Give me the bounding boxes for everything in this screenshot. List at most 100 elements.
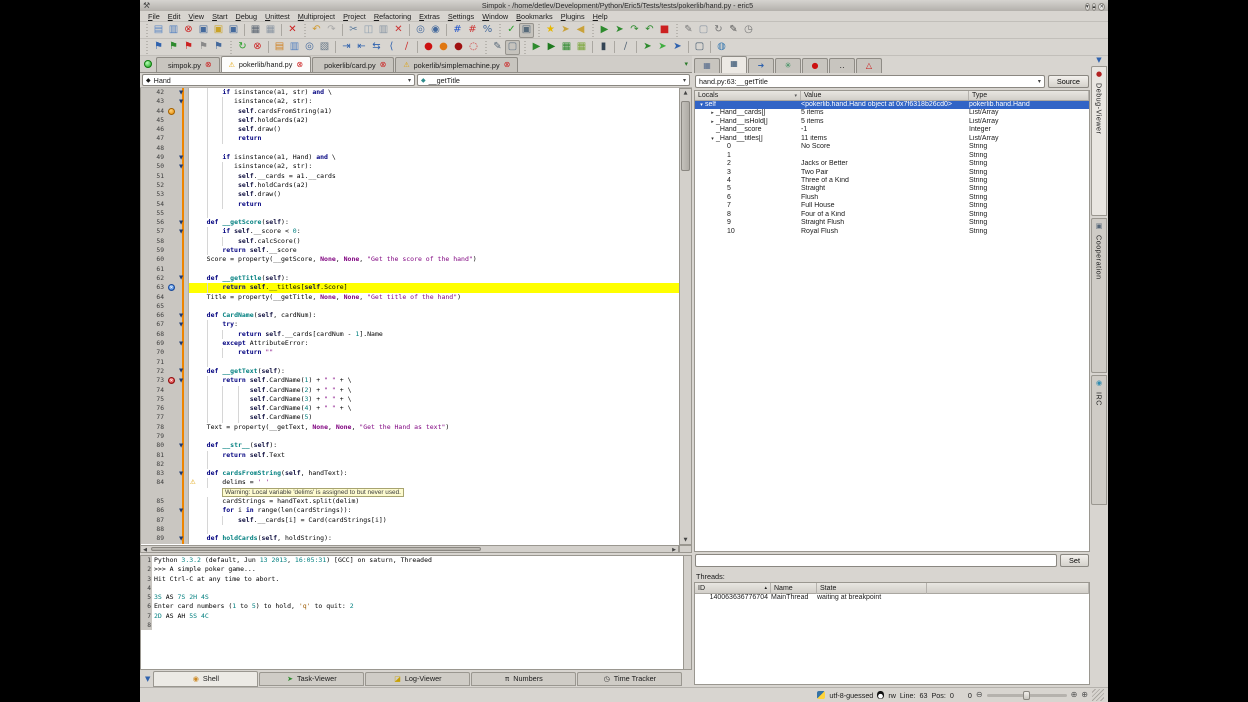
fold-margin[interactable] <box>178 460 188 469</box>
fold-margin[interactable] <box>178 516 188 525</box>
bookmark-next-icon[interactable]: ➤ <box>558 23 573 38</box>
locals-table-header[interactable]: Locals▾ValueType <box>695 91 1089 101</box>
quit-icon[interactable]: ✕ <box>285 23 300 38</box>
marker-margin[interactable] <box>167 506 178 515</box>
spell-check-icon[interactable]: ✎ <box>490 40 505 55</box>
toolbar-grip[interactable] <box>228 41 233 54</box>
source-button[interactable]: Source <box>1048 75 1089 88</box>
locals-row[interactable]: 0No ScoreString <box>695 143 1089 151</box>
fold-collapse-icon[interactable]: ▼ <box>179 164 183 170</box>
fold-margin[interactable] <box>178 265 188 274</box>
menu-window[interactable]: Window <box>478 11 512 22</box>
resize-grip[interactable] <box>1092 689 1104 701</box>
marker-margin[interactable] <box>167 320 178 329</box>
menu-debug[interactable]: Debug <box>232 11 262 22</box>
fold-margin[interactable]: ▼ <box>178 227 188 236</box>
fold-margin[interactable] <box>178 330 188 339</box>
marker-margin[interactable] <box>167 274 178 283</box>
locals-row[interactable]: ▾_Hand__titles[]11 itemsList/Array <box>695 135 1089 143</box>
expand-icon[interactable]: ▸ <box>709 118 716 126</box>
fold-margin[interactable]: ▼ <box>178 469 188 478</box>
marker-margin[interactable] <box>167 116 178 125</box>
fold-collapse-icon[interactable]: ▼ <box>179 313 183 319</box>
marker-margin[interactable] <box>167 339 178 348</box>
save-icon[interactable]: ▣ <box>196 23 211 38</box>
breakpoint-flag-clear-icon[interactable]: ⚑ <box>196 40 211 55</box>
marker-margin[interactable] <box>167 134 178 143</box>
marker-margin[interactable] <box>167 172 178 181</box>
fold-margin[interactable] <box>178 451 188 460</box>
marker-margin[interactable] <box>167 534 178 543</box>
fold-margin[interactable]: ▼ <box>178 320 188 329</box>
toolbar-grip[interactable] <box>144 24 149 37</box>
close-tab-icon[interactable]: ⊗ <box>296 61 303 69</box>
fold-margin[interactable]: ▼ <box>178 506 188 515</box>
marker-margin[interactable] <box>167 348 178 357</box>
locals-row[interactable]: ▾self<pokerlib.hand.Hand object at 0x7f6… <box>695 101 1089 109</box>
threads-header-name[interactable]: Name <box>771 583 817 594</box>
marker-margin[interactable] <box>167 460 178 469</box>
fold-margin[interactable] <box>178 246 188 255</box>
fold-margin[interactable]: ▼ <box>178 97 188 106</box>
bookmark-previous-icon[interactable]: ◀ <box>573 23 588 38</box>
fold-margin[interactable] <box>178 181 188 190</box>
debug-script-icon[interactable]: ▶ <box>544 40 559 55</box>
toolbar-grip[interactable] <box>536 24 541 37</box>
marker-margin[interactable] <box>167 162 178 171</box>
scroll-right-icon[interactable]: ▶ <box>671 547 677 553</box>
breakpoint-next-icon[interactable]: ● <box>436 40 451 55</box>
marker-margin[interactable] <box>167 525 178 534</box>
debug-step-out-icon[interactable]: ↶ <box>642 23 657 38</box>
bottom-tab-numbers[interactable]: πNumbers <box>471 672 576 686</box>
toolbar-grip[interactable] <box>590 24 595 37</box>
marker-margin[interactable] <box>167 404 178 413</box>
parrot-light-icon[interactable]: ➤ <box>655 40 670 55</box>
history-icon[interactable]: ◷ <box>741 23 756 38</box>
fold-collapse-icon[interactable]: ▼ <box>179 536 183 542</box>
fold-margin[interactable] <box>178 144 188 153</box>
marker-margin[interactable] <box>167 488 178 497</box>
search-replace-icon[interactable]: ◉ <box>428 23 443 38</box>
marker-margin[interactable] <box>167 293 178 302</box>
fold-margin[interactable] <box>178 395 188 404</box>
menu-help[interactable]: Help <box>589 11 612 22</box>
marker-margin[interactable] <box>167 469 178 478</box>
fold-margin[interactable]: ▼ <box>178 153 188 162</box>
debug-stop-icon[interactable]: ■ <box>657 23 672 38</box>
locals-row[interactable]: 2Jacks or BetterString <box>695 160 1089 168</box>
marker-margin[interactable] <box>167 200 178 209</box>
debug-step-over-icon[interactable]: ↷ <box>627 23 642 38</box>
locals-row[interactable]: 7Full HouseString <box>695 202 1089 210</box>
maximize-button[interactable]: ▴ <box>1092 3 1097 11</box>
sidebar-tab-debug-viewer[interactable]: ●Debug-Viewer <box>1091 66 1107 216</box>
fold-collapse-icon[interactable]: ▼ <box>179 443 183 449</box>
debug-layout-toggle-icon[interactable]: ▣ <box>519 23 534 38</box>
fold-margin[interactable] <box>178 209 188 218</box>
save-all-icon[interactable]: ▣ <box>226 23 241 38</box>
menu-extras[interactable]: Extras <box>415 11 444 22</box>
call-stack-viewer-tab[interactable]: ➜ <box>748 58 774 73</box>
menu-bookmarks[interactable]: Bookmarks <box>512 11 557 22</box>
goto-definition-icon[interactable]: ⇆ <box>369 40 384 55</box>
fold-margin[interactable] <box>178 283 188 292</box>
fold-margin[interactable] <box>178 237 188 246</box>
marker-margin[interactable]: ✕ <box>167 376 178 385</box>
fold-collapse-icon[interactable]: ▼ <box>179 275 183 281</box>
fold-margin[interactable] <box>178 423 188 432</box>
fold-collapse-icon[interactable]: ▼ <box>179 322 183 328</box>
profile-script-icon[interactable]: ▦ <box>559 40 574 55</box>
fold-margin[interactable]: ▼ <box>178 534 188 543</box>
bottom-tab-log-viewer[interactable]: ◪Log-Viewer <box>365 672 470 686</box>
marker-margin[interactable] <box>167 497 178 506</box>
threads-header-id[interactable]: ID▴ <box>695 583 771 594</box>
fold-collapse-icon[interactable]: ▼ <box>179 508 183 514</box>
indent-icon[interactable]: ⇥ <box>339 40 354 55</box>
locals-row[interactable]: 3Two PairString <box>695 169 1089 177</box>
menu-plugins[interactable]: Plugins <box>557 11 589 22</box>
marker-margin[interactable] <box>167 237 178 246</box>
global-variables-viewer-tab[interactable]: ▦ <box>694 58 720 73</box>
fold-margin[interactable]: ▼ <box>178 339 188 348</box>
fold-margin[interactable] <box>178 293 188 302</box>
unittest-icon[interactable]: ✎ <box>681 23 696 38</box>
fold-margin[interactable] <box>178 413 188 422</box>
